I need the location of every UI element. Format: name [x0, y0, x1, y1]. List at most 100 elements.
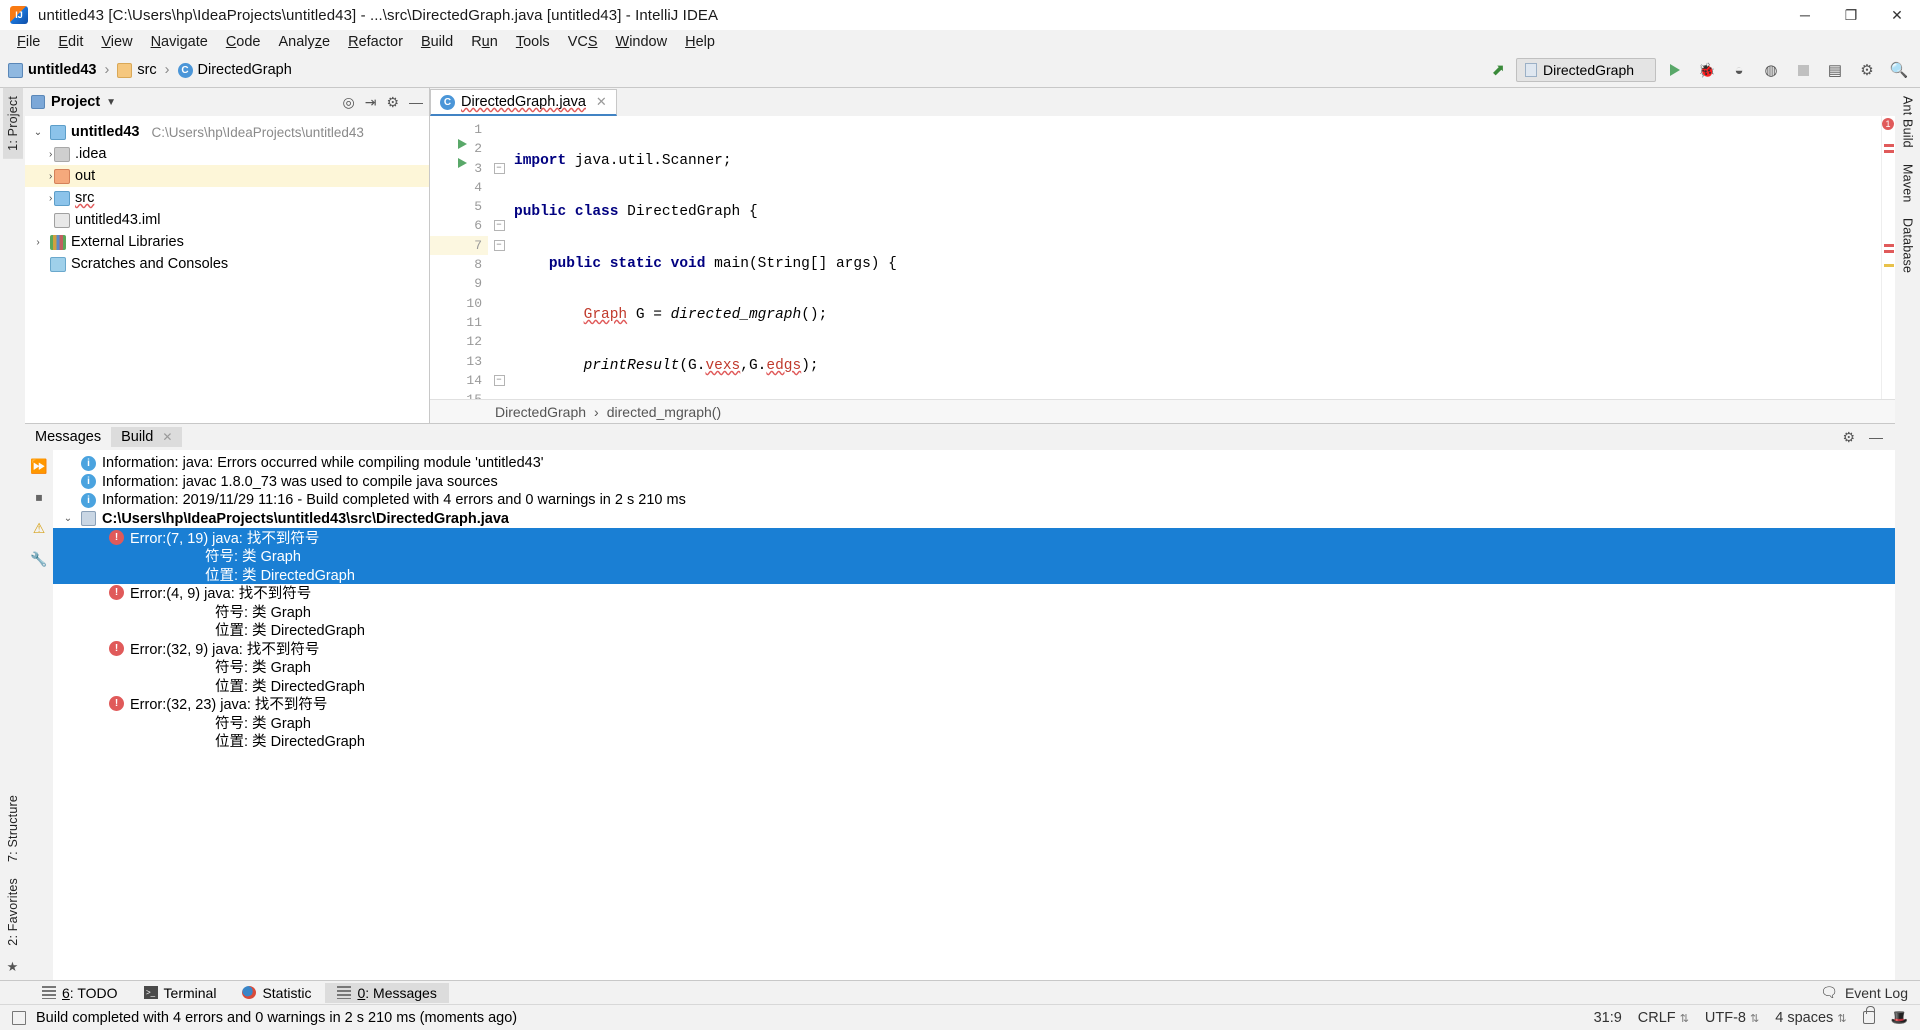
tree-row-scratches[interactable]: Scratches and Consoles [25, 253, 429, 275]
rail-database-tab[interactable]: Database [1898, 210, 1918, 281]
chevron-down-icon[interactable]: ▼ [106, 97, 116, 108]
minimize-button[interactable]: ─ [1782, 0, 1828, 30]
collapse-all-icon[interactable]: ⇥ [365, 94, 377, 111]
rail-project-tab[interactable]: 1: Project [3, 88, 23, 159]
fold-toggle-icon[interactable]: − [488, 236, 510, 255]
menu-file[interactable]: File [8, 32, 49, 52]
breadcrumb-module[interactable]: untitled43 [28, 62, 96, 78]
message-row-error[interactable]: ! Error:(4, 9) java: 找不到符号 [53, 584, 1895, 603]
layout-icon[interactable]: ▤ [1822, 58, 1848, 82]
breadcrumb-class-name[interactable]: DirectedGraph [495, 404, 586, 420]
hide-panel-icon[interactable]: — [409, 94, 423, 110]
message-row-error[interactable]: ! Error:(32, 23) java: 找不到符号 [53, 695, 1895, 714]
rail-favorites-tab[interactable]: 2: Favorites [3, 870, 23, 954]
line-separator-selector[interactable]: CRLF ⇅ [1638, 1010, 1689, 1026]
locate-target-icon[interactable]: ◎ [342, 94, 354, 111]
event-log-group[interactable]: 🗨 Event Log [1820, 984, 1920, 1001]
run-gutter-icon[interactable] [458, 139, 467, 149]
stop-button[interactable] [1790, 58, 1816, 82]
message-text: 位置: 类 DirectedGraph [215, 730, 365, 751]
messages-hide-icon[interactable]: — [1869, 429, 1883, 446]
profile-button[interactable]: ◍ [1758, 58, 1784, 82]
stop-icon[interactable]: ⏹ [36, 489, 43, 506]
messages-tab-build[interactable]: Build ✕ [111, 427, 182, 447]
indent-selector[interactable]: 4 spaces ⇅ [1775, 1010, 1846, 1026]
event-log-label[interactable]: Event Log [1845, 985, 1908, 1001]
search-icon[interactable]: 🔍 [1886, 58, 1912, 82]
tree-row-out[interactable]: › out [25, 165, 429, 187]
project-settings-gear-icon[interactable]: ⚙ [386, 94, 399, 111]
menu-edit[interactable]: Edit [49, 32, 92, 52]
caret-position[interactable]: 31:9 [1594, 1010, 1622, 1026]
hector-icon[interactable]: 🎩 [1891, 1009, 1908, 1026]
tree-row-idea[interactable]: › .idea [25, 143, 429, 165]
message-row[interactable]: i Information: java: Errors occurred whi… [53, 454, 1895, 473]
chevron-right-icon[interactable]: › [31, 237, 45, 248]
bottom-tab-messages[interactable]: 0: Messages [325, 983, 448, 1003]
wrench-icon[interactable]: 🔧 [30, 551, 47, 568]
message-row-error[interactable]: ! Error:(7, 19) java: 找不到符号 [53, 528, 1895, 547]
menu-help[interactable]: Help [676, 32, 724, 52]
close-button[interactable]: ✕ [1874, 0, 1920, 30]
bottom-tab-statistic[interactable]: Statistic [230, 983, 323, 1003]
tree-row-src[interactable]: › src [25, 187, 429, 209]
warnings-filter-icon[interactable]: ⚠ [33, 520, 46, 537]
menu-navigate[interactable]: Navigate [142, 32, 217, 52]
fold-toggle-icon[interactable]: − [488, 159, 510, 178]
menu-analyze[interactable]: Analyze [270, 32, 340, 52]
run-button[interactable] [1662, 58, 1688, 82]
chevron-right-icon[interactable]: › [31, 149, 49, 160]
line-number: 9 [430, 274, 488, 293]
error-count-badge[interactable]: 1 [1882, 118, 1894, 130]
breadcrumb-class[interactable]: DirectedGraph [198, 62, 292, 78]
run-configuration-selector[interactable]: DirectedGraph [1516, 58, 1656, 82]
chevron-right-icon[interactable]: › [31, 171, 49, 182]
menu-build[interactable]: Build [412, 32, 462, 52]
fold-toggle-icon[interactable]: − [488, 216, 510, 235]
message-row[interactable]: i Information: javac 1.8.0_73 was used t… [53, 473, 1895, 492]
message-row[interactable]: i Information: 2019/11/29 11:16 - Build … [53, 491, 1895, 510]
lock-icon[interactable] [1863, 1011, 1875, 1024]
menu-code[interactable]: Code [217, 32, 270, 52]
menu-vcs[interactable]: VCS [559, 32, 607, 52]
rail-ant-build-tab[interactable]: Ant Build [1898, 88, 1918, 156]
build-hammer-icon[interactable]: ⬈ [1487, 58, 1510, 82]
editor-error-stripe[interactable]: 1 [1881, 116, 1895, 399]
messages-tab-messages[interactable]: Messages [25, 427, 111, 447]
breadcrumb-method-name[interactable]: directed_mgraph() [607, 404, 721, 420]
maximize-button[interactable]: ❐ [1828, 0, 1874, 30]
favorites-star-icon[interactable]: ★ [7, 954, 19, 980]
run-with-coverage-button[interactable]: ◒ [1726, 58, 1752, 82]
menu-view[interactable]: View [92, 32, 141, 52]
editor-body[interactable]: 1 2 3 4 5 6 7 8 9 10 11 12 13 [430, 116, 1895, 399]
message-row-file[interactable]: ⌄ C:\Users\hp\IdeaProjects\untitled43\sr… [53, 510, 1895, 529]
rail-structure-tab[interactable]: 7: Structure [3, 787, 23, 870]
menu-refactor[interactable]: Refactor [339, 32, 412, 52]
editor-tab-directedgraph[interactable]: C DirectedGraph.java ✕ [430, 89, 617, 116]
close-icon[interactable]: ✕ [596, 94, 607, 110]
menu-tools[interactable]: Tools [507, 32, 559, 52]
messages-settings-gear-icon[interactable]: ⚙ [1842, 429, 1855, 446]
fold-toggle-icon[interactable]: − [488, 371, 510, 390]
encoding-selector[interactable]: UTF-8 ⇅ [1705, 1010, 1759, 1026]
rerun-icon[interactable]: ⏩ [30, 458, 47, 475]
breadcrumb-src[interactable]: src [137, 62, 156, 78]
menu-run[interactable]: Run [462, 32, 507, 52]
tree-row-iml[interactable]: untitled43.iml [25, 209, 429, 231]
tree-row-external-libraries[interactable]: › External Libraries [25, 231, 429, 253]
tree-row-root[interactable]: ⌄ untitled43 C:\Users\hp\IdeaProjects\un… [25, 121, 429, 143]
run-gutter-icon[interactable] [458, 158, 467, 168]
chevron-down-icon[interactable]: ⌄ [31, 127, 45, 138]
menu-window[interactable]: Window [607, 32, 677, 52]
chevron-down-icon[interactable]: ⌄ [61, 513, 75, 524]
debug-button[interactable]: 🐞 [1694, 58, 1720, 82]
close-icon[interactable]: ✕ [162, 430, 172, 444]
chevron-right-icon[interactable]: › [31, 193, 49, 204]
message-row-error[interactable]: ! Error:(32, 9) java: 找不到符号 [53, 639, 1895, 658]
code-text-area[interactable]: import java.util.Scanner; public class D… [510, 116, 1881, 399]
settings-gear-icon[interactable]: ⚙ [1854, 58, 1880, 82]
bottom-tab-todo[interactable]: 6: TODO [30, 983, 130, 1003]
build-messages-list[interactable]: i Information: java: Errors occurred whi… [53, 450, 1895, 980]
bottom-tab-terminal[interactable]: >_ Terminal [132, 983, 229, 1003]
rail-maven-tab[interactable]: Maven [1898, 156, 1918, 211]
